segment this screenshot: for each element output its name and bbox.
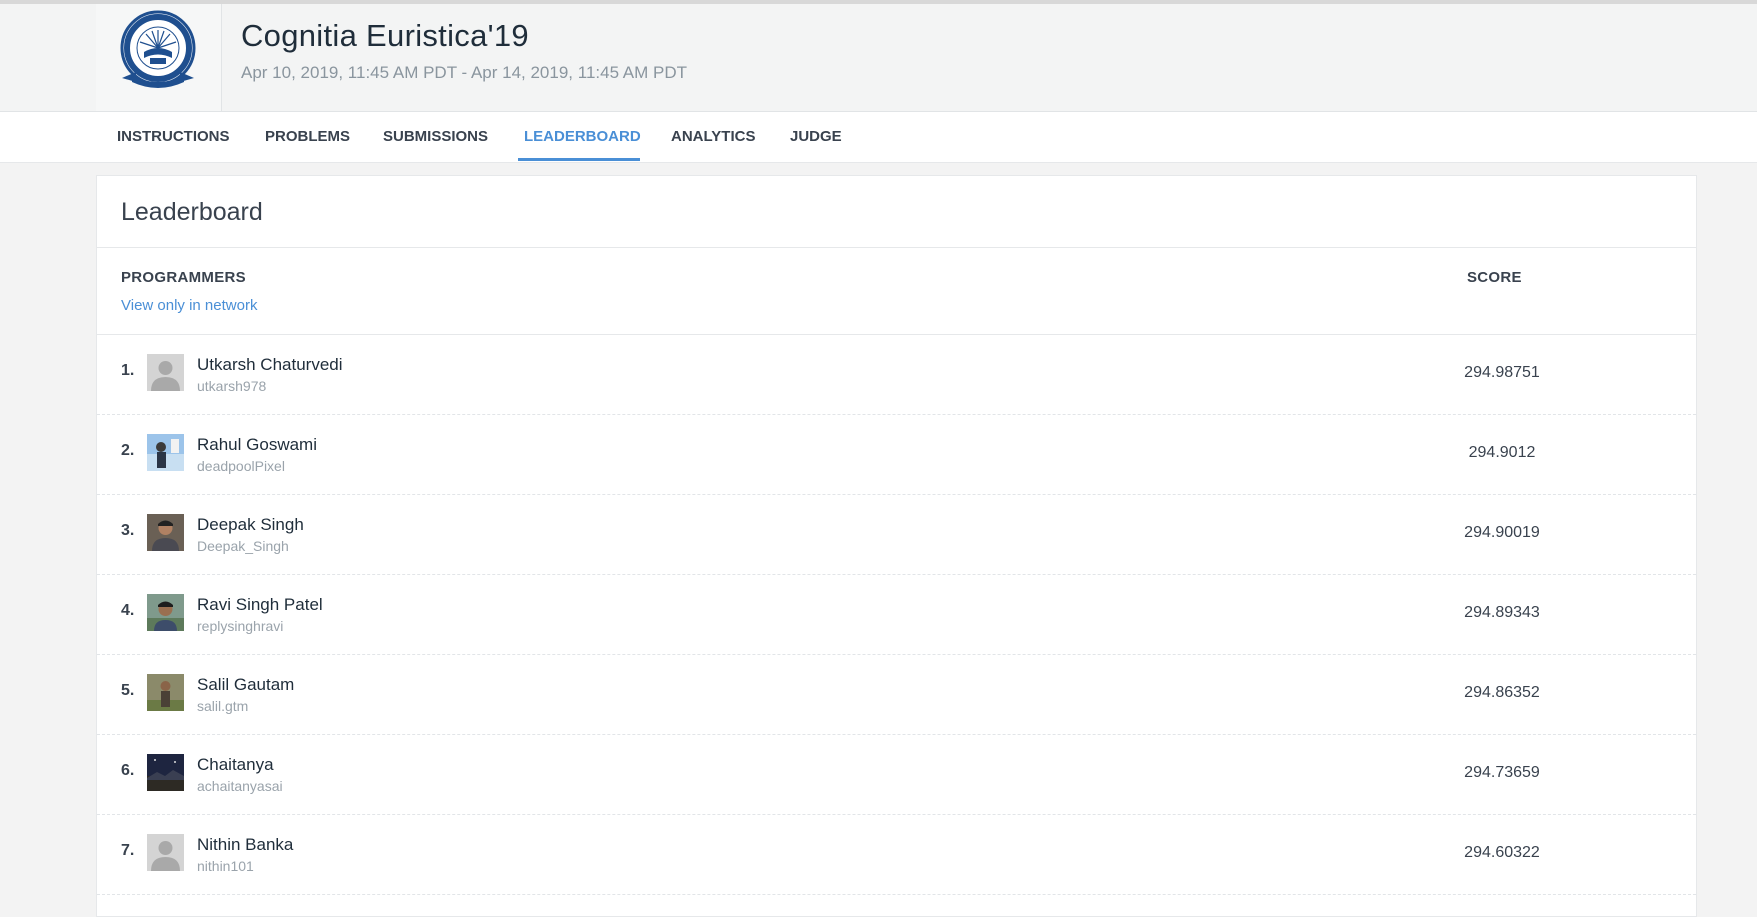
tab-judge[interactable]: JUDGE xyxy=(790,112,842,162)
leaderboard-row: 1. Utkarsh Chaturvedi utkarsh978 294.987… xyxy=(97,335,1696,415)
leaderboard-title: Leaderboard xyxy=(121,198,263,226)
avatar[interactable] xyxy=(147,514,184,551)
leaderboard-card: Leaderboard PROGRAMMERS SCORE View only … xyxy=(96,175,1697,917)
programmer-name[interactable]: Rahul Goswami xyxy=(197,435,317,455)
rank: 2. xyxy=(121,442,135,459)
programmer-handle: nithin101 xyxy=(197,858,254,874)
rank: 5. xyxy=(121,682,135,699)
programmer-handle: deadpoolPixel xyxy=(197,458,285,474)
score-value: 294.60322 xyxy=(1464,844,1540,861)
programmer-handle: utkarsh978 xyxy=(197,378,267,394)
leaderboard-row: 7. Nithin Banka nithin101 294.60322 xyxy=(97,815,1696,895)
score-value: 294.86352 xyxy=(1464,684,1540,701)
programmer-handle: achaitanyasai xyxy=(197,778,283,794)
user-photo-icon xyxy=(147,514,184,551)
rank: 7. xyxy=(121,842,135,859)
view-in-network-link[interactable]: View only in network xyxy=(121,297,257,314)
avatar[interactable] xyxy=(147,834,184,871)
score-value: 294.73659 xyxy=(1464,764,1540,781)
score-value: 294.9012 xyxy=(1468,444,1536,461)
programmer-name[interactable]: Nithin Banka xyxy=(197,835,293,855)
contest-title: Cognitia Euristica'19 xyxy=(241,18,529,53)
score-value: 294.89343 xyxy=(1464,604,1540,621)
avatar[interactable] xyxy=(147,674,184,711)
programmer-handle: salil.gtm xyxy=(197,698,249,714)
rank: 4. xyxy=(121,602,135,619)
active-tab-indicator xyxy=(518,158,640,161)
leaderboard-row: 5. Salil Gautam salil.gtm 294.86352 xyxy=(97,655,1696,735)
institute-seal-icon xyxy=(120,10,196,88)
programmer-name[interactable]: Deepak Singh xyxy=(197,515,304,535)
institute-logo xyxy=(96,4,222,111)
tab-instructions[interactable]: INSTRUCTIONS xyxy=(117,112,230,162)
score-column-header: SCORE xyxy=(1467,269,1522,286)
avatar[interactable] xyxy=(147,754,184,791)
contest-header: Cognitia Euristica'19 Apr 10, 2019, 11:4… xyxy=(0,4,1757,112)
programmer-name[interactable]: Ravi Singh Patel xyxy=(197,595,323,615)
programmer-name[interactable]: Utkarsh Chaturvedi xyxy=(197,355,343,375)
user-photo-icon xyxy=(147,434,184,471)
rank: 6. xyxy=(121,762,135,779)
leaderboard-row: 2. Rahul Goswami deadpoolPixel 294.9012 xyxy=(97,415,1696,495)
contest-tabs: INSTRUCTIONS PROBLEMS SUBMISSIONS LEADER… xyxy=(0,112,1757,163)
avatar[interactable] xyxy=(147,594,184,631)
tab-leaderboard[interactable]: LEADERBOARD xyxy=(524,112,641,162)
score-value: 294.90019 xyxy=(1464,524,1540,541)
leaderboard-list: 1. Utkarsh Chaturvedi utkarsh978 294.987… xyxy=(97,335,1696,895)
programmer-name[interactable]: Chaitanya xyxy=(197,755,274,775)
user-photo-icon xyxy=(147,754,184,791)
default-avatar-icon xyxy=(147,834,184,871)
score-value: 294.98751 xyxy=(1464,364,1540,381)
tab-submissions[interactable]: SUBMISSIONS xyxy=(383,112,488,162)
rank: 3. xyxy=(121,522,135,539)
leaderboard-row: 6. Chaitanya achaitanyasai 294.73659 xyxy=(97,735,1696,815)
leaderboard-row: 4. Ravi Singh Patel replysinghravi 294.8… xyxy=(97,575,1696,655)
user-photo-icon xyxy=(147,674,184,711)
rank: 1. xyxy=(121,362,135,379)
default-avatar-icon xyxy=(147,354,184,391)
avatar[interactable] xyxy=(147,434,184,471)
programmer-handle: replysinghravi xyxy=(197,618,284,634)
programmers-column-header: PROGRAMMERS xyxy=(121,269,246,286)
avatar[interactable] xyxy=(147,354,184,391)
leaderboard-row: 3. Deepak Singh Deepak_Singh 294.90019 xyxy=(97,495,1696,575)
divider xyxy=(97,247,1696,248)
user-photo-icon xyxy=(147,594,184,631)
programmer-name[interactable]: Salil Gautam xyxy=(197,675,294,695)
programmer-handle: Deepak_Singh xyxy=(197,538,289,554)
tab-problems[interactable]: PROBLEMS xyxy=(265,112,350,162)
tab-analytics[interactable]: ANALYTICS xyxy=(671,112,755,162)
contest-dates: Apr 10, 2019, 11:45 AM PDT - Apr 14, 201… xyxy=(241,63,688,82)
